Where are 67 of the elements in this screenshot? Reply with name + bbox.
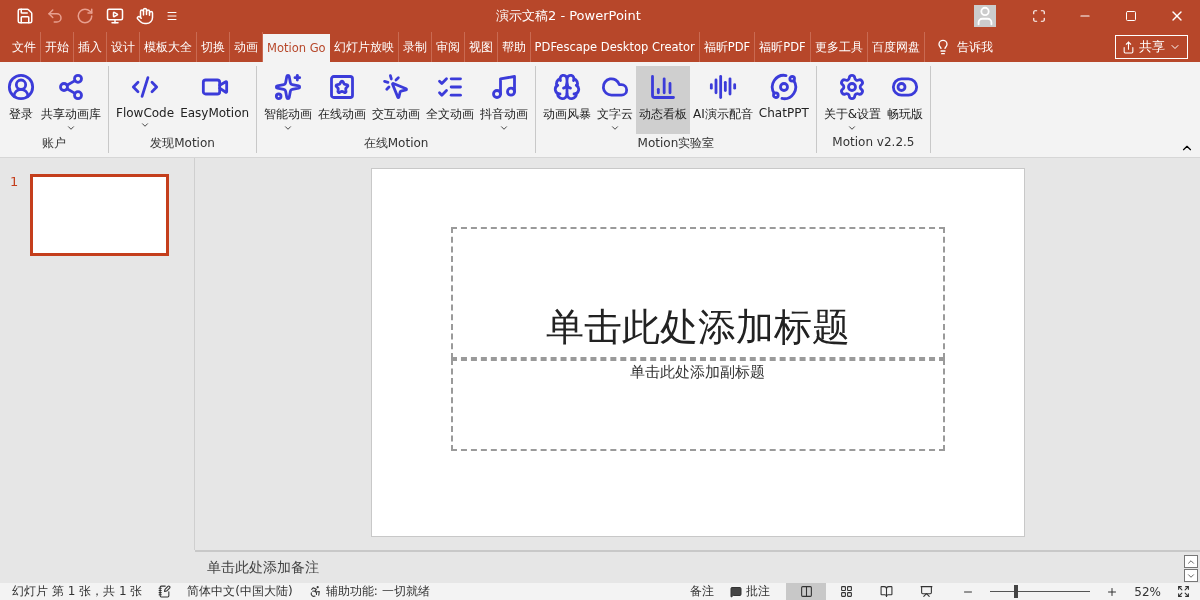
- group-label: Motion实验室: [636, 135, 716, 152]
- share-button[interactable]: 共享: [1115, 35, 1188, 59]
- tell-me-label[interactable]: 告诉我: [956, 38, 993, 56]
- scroll-up-button[interactable]: [1184, 555, 1198, 568]
- group-label: 在线Motion: [362, 135, 430, 152]
- zoom-level[interactable]: 52%: [1134, 584, 1161, 599]
- slide-number: 1: [10, 174, 19, 189]
- music-note-icon: [490, 73, 519, 101]
- notes-placeholder[interactable]: 单击此处添加备注: [207, 558, 319, 577]
- ribbon-button[interactable]: 在线动画: [315, 66, 370, 134]
- redo-icon[interactable]: [76, 7, 94, 25]
- display-options-icon: [1032, 9, 1046, 23]
- subtitle-placeholder[interactable]: 单击此处添加副标题: [450, 359, 945, 451]
- comments-button[interactable]: 批注: [730, 583, 771, 600]
- scroll-down-button[interactable]: [1184, 569, 1198, 582]
- ribbon-button[interactable]: 智能动画: [261, 66, 316, 134]
- ribbon-button[interactable]: 登录: [4, 66, 38, 134]
- user-icon: [7, 73, 35, 101]
- accessibility-icon: [308, 585, 322, 598]
- maximize-icon: [1125, 10, 1137, 22]
- fit-icon[interactable]: [1177, 585, 1190, 598]
- slide-thumbnail[interactable]: [30, 174, 170, 256]
- ribbon-button[interactable]: 抖音动画: [477, 66, 532, 134]
- audio-wave-icon: [709, 73, 737, 101]
- save-icon[interactable]: [16, 7, 34, 25]
- notes-button[interactable]: 备注: [690, 583, 715, 600]
- share-icon: [57, 73, 85, 101]
- ribbon-button[interactable]: 关于&设置: [820, 66, 885, 134]
- ribbon-button[interactable]: FlowCode: [113, 66, 178, 134]
- ribbon-button[interactable]: 动态看板: [636, 66, 691, 134]
- zoom-thumb[interactable]: [1014, 585, 1019, 598]
- grid-view-icon: [839, 585, 853, 598]
- comment-icon: [730, 585, 743, 598]
- ribbon-button[interactable]: AI演示配音: [690, 66, 756, 134]
- group-label: 账户: [41, 135, 67, 152]
- sparkles-icon: [274, 73, 303, 101]
- ribbon-button[interactable]: 共享动画库: [38, 66, 104, 134]
- code-icon: [131, 73, 160, 101]
- presenter-view-icon: [919, 585, 933, 598]
- slide-info: 幻灯片 第 1 张，共 1 张: [12, 583, 143, 600]
- undo-icon[interactable]: [46, 7, 64, 25]
- ribbon-button[interactable]: ChatPPT: [755, 66, 812, 134]
- pointer-icon: [382, 73, 411, 101]
- normal-view-icon: [799, 585, 813, 598]
- view-button[interactable]: [786, 583, 827, 600]
- notes-icon[interactable]: [158, 585, 172, 598]
- ribbon-tab[interactable]: Motion Go: [263, 34, 330, 62]
- window-title: 演示文稿2 - PowerPoint: [496, 7, 642, 25]
- hand-icon[interactable]: [136, 7, 154, 25]
- reading-view-icon: [879, 585, 893, 598]
- settings-icon: [838, 73, 867, 101]
- orbit-icon: [769, 73, 798, 101]
- ribbon-button[interactable]: 交互动画: [369, 66, 424, 134]
- share-icon: [1122, 40, 1135, 54]
- language-label[interactable]: 简体中文(中国大陆): [187, 583, 293, 600]
- zoom-in-icon[interactable]: [1106, 585, 1119, 598]
- chart-icon: [649, 73, 678, 101]
- ribbon-button[interactable]: 文字云: [594, 66, 637, 134]
- ribbon-button[interactable]: 动画风暴: [540, 66, 595, 134]
- group-label: 发现Motion: [149, 135, 216, 152]
- ribbon-button[interactable]: 畅玩版: [884, 66, 927, 134]
- ribbon-button[interactable]: 全文动画: [423, 66, 478, 134]
- ribbon-button[interactable]: EasyMotion: [177, 66, 253, 134]
- slideshow-icon[interactable]: [106, 7, 124, 25]
- title-placeholder[interactable]: 单击此处添加标题: [450, 227, 945, 359]
- accessibility-status[interactable]: 辅助功能: 一切就绪: [325, 583, 430, 600]
- group-label: Motion v2.2.5: [831, 135, 916, 151]
